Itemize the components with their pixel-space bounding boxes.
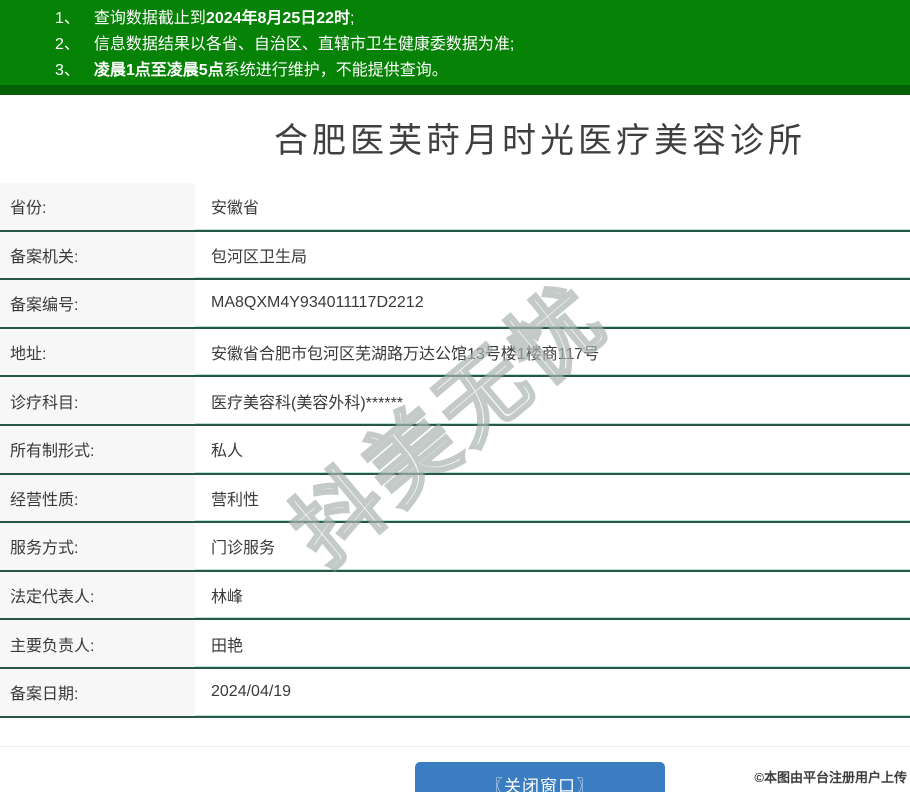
field-label: 省份: [0, 183, 195, 230]
table-row: 法定代表人: 林峰 [0, 571, 910, 621]
page-title: 合肥医芙莳月时光医疗美容诊所 [274, 122, 806, 160]
notice-number: 3、 [55, 62, 80, 79]
banner-bottom-strip [0, 85, 910, 95]
field-label: 服务方式: [0, 523, 195, 570]
notice-text-bold: 2024年8月25日22时 [205, 10, 351, 27]
upload-credit-text: ©本图由平台注册用户上传 [754, 770, 907, 785]
field-value: 私人 [211, 443, 244, 461]
notice-number: 1、 [55, 10, 80, 27]
field-value: 门诊服务 [211, 540, 276, 558]
table-row: 经营性质: 营利性 [0, 474, 910, 524]
field-value: 林峰 [211, 589, 244, 607]
page-container: 1、 查询数据截止到2024年8月25日22时; 2、 信息数据结果以各省、自治区、直… [0, 0, 910, 792]
field-label: 备案机关: [0, 231, 195, 279]
bottom-divider [0, 745, 910, 747]
table-row: 地址: 安徽省合肥市包河区芜湖路万达公馆13号楼1楼商117号 [0, 328, 910, 378]
field-value: 营利性 [211, 491, 260, 509]
field-value: 安徽省 [211, 200, 260, 218]
notice-text: 查询数据截止到 [93, 10, 206, 27]
field-value: 医疗美容科(美容外科)****** [211, 394, 404, 412]
field-label: 诊疗科目: [0, 377, 195, 424]
notice-text-bold: 凌晨1点至凌晨5点 [93, 62, 224, 79]
notice-list: 1、 查询数据截止到2024年8月25日22时; 2、 信息数据结果以各省、自治区、直… [0, 6, 910, 84]
table-row: 备案机关: 包河区卫生局 [0, 231, 910, 281]
table-row: 主要负责人: 田艳 [0, 620, 910, 669]
notice-number: 2、 [55, 36, 80, 53]
field-label: 备案编号: [0, 280, 195, 327]
close-window-button[interactable]: 〖关闭窗口〗 [415, 761, 665, 792]
notice-line: 2、 信息数据结果以各省、自治区、直辖市卫生健康委数据为准; [0, 32, 910, 58]
field-label: 所有制形式: [0, 425, 195, 473]
notice-banner: 1、 查询数据截止到2024年8月25日22时; 2、 信息数据结果以各省、自治区、直… [0, 0, 910, 95]
field-value: 安徽省合肥市包河区芜湖路万达公馆13号楼1楼商117号 [211, 346, 600, 364]
field-label: 备案日期: [0, 668, 195, 716]
field-label: 主要负责人: [0, 620, 195, 667]
field-value: MA8QXM4Y934011117D2212 [211, 294, 424, 312]
field-label: 地址: [0, 328, 195, 376]
table-row: 所有制形式: 私人 [0, 425, 910, 475]
query-result-window: 1、 查询数据截止到2024年8月25日22时; 2、 信息数据结果以各省、自治区、直… [0, 0, 910, 792]
notice-line: 1、 查询数据截止到2024年8月25日22时; [0, 6, 910, 32]
record-table: 省份: 安徽省 备案机关: 包河区卫生局 备案编号: MA8QXM4Y934011117D… [0, 183, 910, 718]
notice-text: 信息数据结果以各省、自治区、直辖市卫生健康委数据为准; [93, 36, 515, 53]
field-value: 2024/04/19 [211, 683, 292, 701]
field-value: 包河区卫生局 [211, 248, 308, 266]
table-row: 诊疗科目: 医疗美容科(美容外科)****** [0, 377, 910, 426]
notice-text: 系统进行维护，不能提供查询。 [223, 62, 448, 79]
field-label: 法定代表人: [0, 571, 195, 619]
table-row: 省份: 安徽省 [0, 183, 910, 232]
field-label: 经营性质: [0, 474, 195, 522]
notice-text: ; [350, 10, 355, 27]
table-row: 备案编号: MA8QXM4Y934011117D2212 [0, 280, 910, 329]
table-row: 服务方式: 门诊服务 [0, 523, 910, 572]
table-row: 备案日期: 2024/04/19 [0, 668, 910, 718]
notice-line: 3、 凌晨1点至凌晨5点系统进行维护，不能提供查询。 [0, 58, 910, 84]
field-value: 田艳 [211, 637, 244, 655]
